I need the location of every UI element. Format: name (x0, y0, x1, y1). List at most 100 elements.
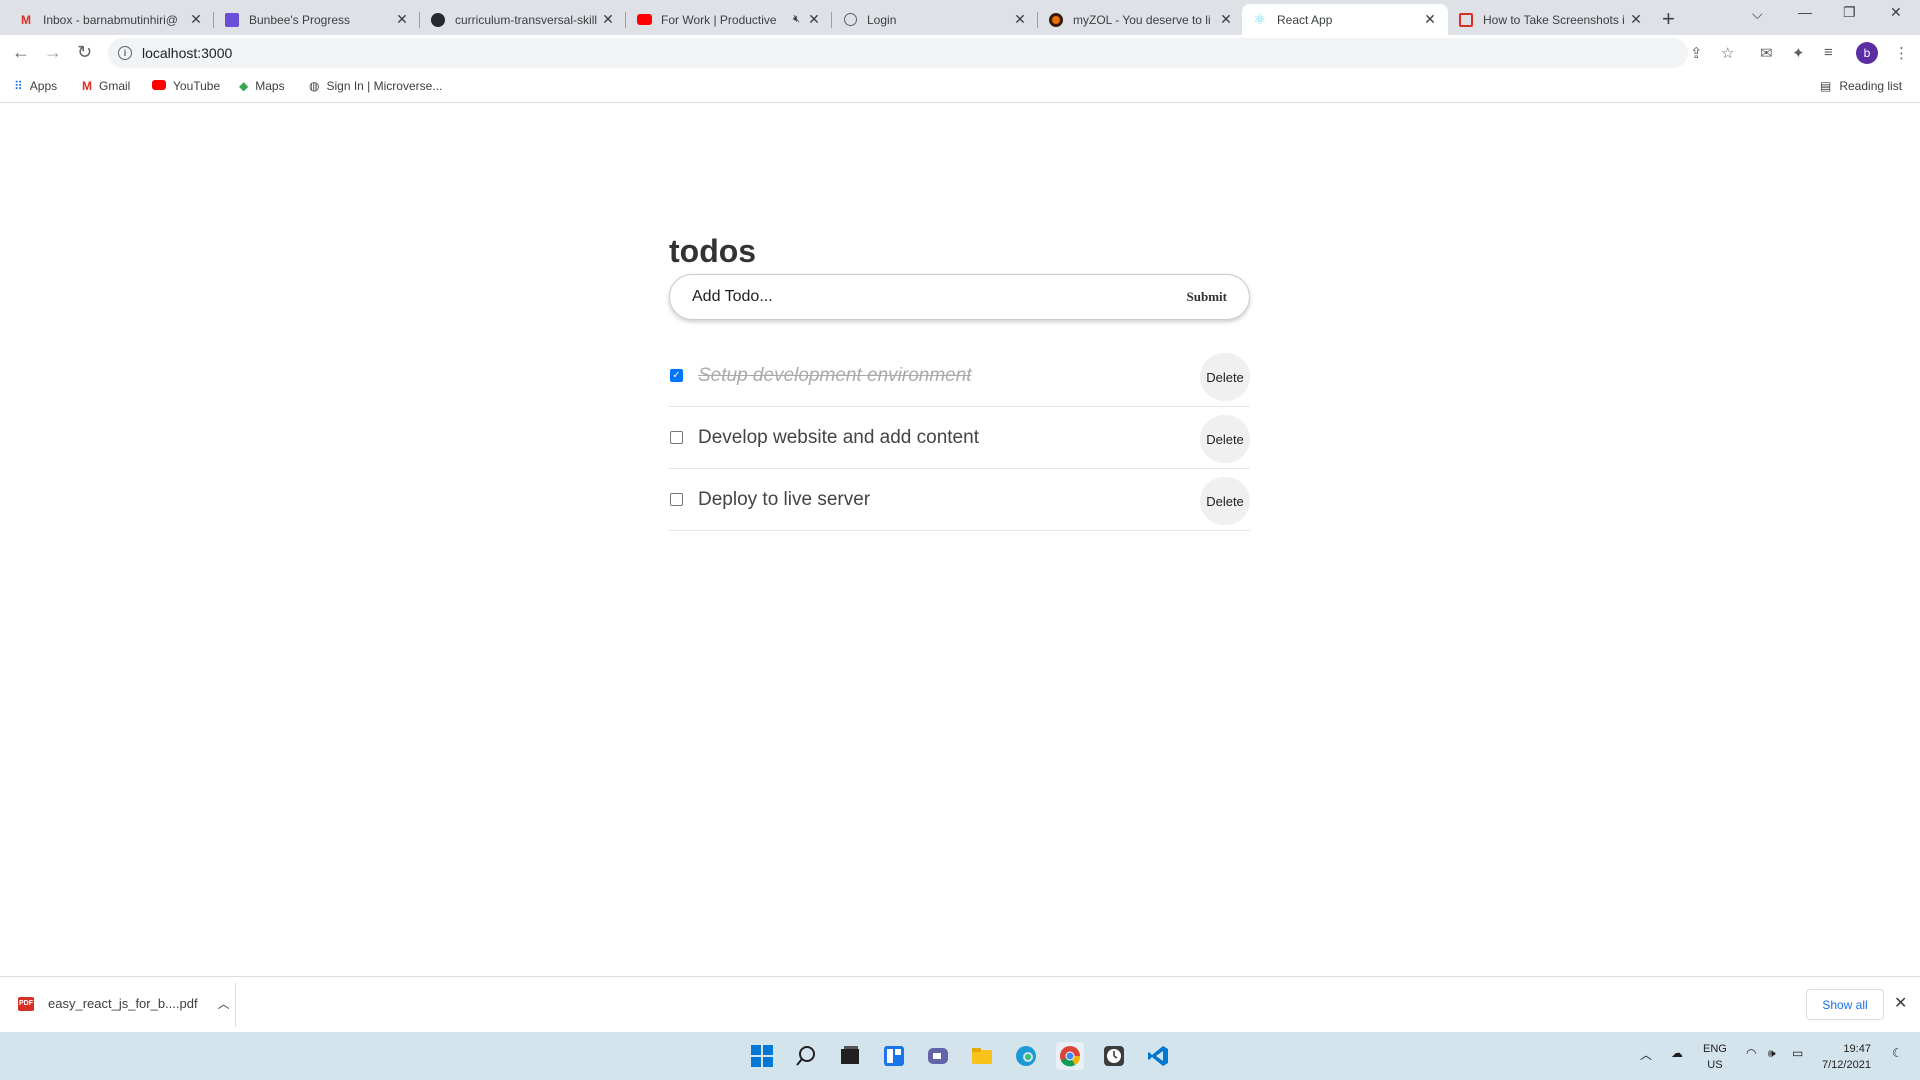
battery-icon[interactable]: ▭ (1792, 1046, 1803, 1060)
gmail-icon: M (21, 12, 31, 27)
reading-list[interactable]: ▤ Reading list (1820, 79, 1902, 93)
bookmark-apps[interactable]: ⠿ Apps (14, 79, 57, 93)
maps-icon: ◆ (239, 79, 249, 93)
microverse-icon: ◍ (309, 79, 320, 93)
address-bar[interactable]: i localhost:3000 (108, 38, 1688, 68)
share-icon[interactable]: ⇪ (1690, 44, 1703, 62)
bookmark-microverse[interactable]: ◍ Sign In | Microverse... (309, 79, 442, 93)
todo-text: Develop website and add content (698, 426, 979, 448)
tab-github[interactable]: curriculum-transversal-skill ✕ (420, 4, 626, 35)
download-filename: easy_react_js_for_b....pdf (48, 996, 198, 1011)
page-title: todos (669, 233, 757, 269)
search-icon[interactable] (792, 1042, 820, 1070)
todo-checkbox[interactable] (670, 493, 683, 506)
toolbar: ← → ↻ i localhost:3000 ⇪ ☆ ✉ ✦ ≡ b ⋮ (0, 35, 1920, 71)
taskbar: ︿ ☁ ENG US ◠ 🕪︎ ▭ 19:47 7/12/2021 ☾ (0, 1032, 1920, 1080)
tab-login[interactable]: Login ✕ (832, 4, 1038, 35)
reload-icon[interactable]: ↻ (77, 42, 92, 63)
wifi-icon[interactable]: ◠ (1746, 1046, 1756, 1060)
youtube-icon (636, 12, 652, 28)
file-explorer-icon[interactable] (968, 1042, 996, 1070)
notifications-icon[interactable]: ☾ (1892, 1046, 1903, 1060)
close-icon[interactable]: ✕ (188, 11, 204, 28)
forward-icon[interactable]: → (44, 42, 62, 63)
todo-text: Setup development environment (698, 364, 972, 386)
edge-icon[interactable] (1012, 1042, 1040, 1070)
window-close-icon[interactable]: ✕ (1890, 4, 1902, 21)
tab-strip: M Inbox - barnabmutinhiri@ ✕ Bunbee's Pr… (0, 0, 1920, 35)
info-icon[interactable]: i (118, 46, 132, 60)
todo-app: todos Submit ✓ Setup development environ… (669, 233, 1250, 531)
restore-icon[interactable]: ❐ (1843, 4, 1856, 21)
chevron-up-icon[interactable]: ︿ (218, 995, 230, 1012)
tab-search-icon[interactable]: ⌵ (1752, 6, 1763, 23)
close-icon[interactable]: ✕ (1628, 11, 1644, 28)
close-icon[interactable]: ✕ (1012, 11, 1028, 28)
avatar[interactable]: b (1856, 42, 1878, 64)
show-all-button[interactable]: Show all (1806, 989, 1884, 1020)
tab-youtube[interactable]: For Work | Productive 🔇︎ ✕ (626, 4, 832, 35)
bookmark-gmail[interactable]: M Gmail (82, 79, 130, 93)
youtube-icon (152, 79, 166, 93)
bookmarks-bar: ⠿ Apps M Gmail YouTube ◆ Maps ◍ Sign In … (0, 71, 1920, 103)
mail-extension-icon[interactable]: ✉ (1760, 44, 1773, 62)
close-icon[interactable]: ✕ (806, 11, 822, 28)
minimize-icon[interactable]: — (1798, 4, 1812, 20)
add-todo-input[interactable] (692, 288, 1152, 306)
myzol-icon (1048, 12, 1064, 28)
todo-item: Develop website and add content Delete (669, 407, 1250, 469)
tab-myzol[interactable]: myZOL - You deserve to li ✕ (1038, 4, 1244, 35)
chrome-icon[interactable] (1056, 1042, 1084, 1070)
bunbee-icon (224, 12, 240, 28)
submit-button[interactable]: Submit (1187, 289, 1227, 305)
globe-icon (842, 12, 858, 28)
language-indicator[interactable]: ENG US (1703, 1041, 1727, 1073)
chevron-up-icon[interactable]: ︿ (1640, 1046, 1652, 1063)
menu-icon[interactable]: ⋮ (1894, 44, 1909, 62)
clock[interactable]: 19:47 7/12/2021 (1822, 1041, 1871, 1073)
bookmark-maps[interactable]: ◆ Maps (239, 79, 285, 93)
clock-app-icon[interactable] (1100, 1042, 1128, 1070)
bookmark-star-icon[interactable]: ☆ (1721, 44, 1734, 62)
apps-grid-icon: ⠿ (14, 79, 23, 93)
close-icon[interactable]: ✕ (1422, 11, 1438, 28)
vscode-icon[interactable] (1144, 1042, 1172, 1070)
divider (235, 983, 236, 1027)
react-icon: ⚛ (1253, 11, 1267, 27)
task-view-icon[interactable] (836, 1042, 864, 1070)
new-tab-icon[interactable]: + (1662, 6, 1675, 32)
close-icon[interactable]: ✕ (1894, 993, 1907, 1013)
tab-gmail[interactable]: M Inbox - barnabmutinhiri@ ✕ (8, 4, 214, 35)
extensions-icon[interactable]: ✦ (1792, 44, 1805, 62)
todo-checkbox[interactable]: ✓ (670, 369, 683, 382)
close-icon[interactable]: ✕ (394, 11, 410, 28)
delete-button[interactable]: Delete (1200, 415, 1250, 463)
media-control-icon[interactable]: ≡ (1824, 44, 1833, 61)
browser-chrome: M Inbox - barnabmutinhiri@ ✕ Bunbee's Pr… (0, 0, 1920, 103)
add-todo-form: Submit (669, 274, 1250, 320)
delete-button[interactable]: Delete (1200, 477, 1250, 525)
github-icon (430, 12, 446, 28)
teams-chat-icon[interactable] (924, 1042, 952, 1070)
close-icon[interactable]: ✕ (1218, 11, 1234, 28)
reading-list-icon: ▤ (1820, 79, 1832, 93)
tab-bunbee[interactable]: Bunbee's Progress ✕ (214, 4, 420, 35)
todo-text: Deploy to live server (698, 488, 871, 510)
onedrive-icon[interactable]: ☁ (1671, 1046, 1683, 1060)
download-bar: PDF easy_react_js_for_b....pdf ︿ Show al… (0, 976, 1920, 1032)
pc-icon (1458, 12, 1474, 28)
delete-button[interactable]: Delete (1200, 353, 1250, 401)
start-icon[interactable] (748, 1042, 776, 1070)
volume-icon[interactable]: 🕪︎ (1768, 1046, 1776, 1061)
mute-icon[interactable]: 🔇︎ (793, 13, 800, 26)
download-item[interactable]: PDF easy_react_js_for_b....pdf ︿ (18, 995, 230, 1012)
tab-react-app[interactable]: ⚛ React App ✕ (1242, 4, 1448, 35)
back-icon[interactable]: ← (12, 42, 30, 63)
close-icon[interactable]: ✕ (600, 11, 616, 28)
widgets-icon[interactable] (880, 1042, 908, 1070)
todo-item: Deploy to live server Delete (669, 469, 1250, 531)
todo-item: ✓ Setup development environment Delete (669, 345, 1250, 407)
todo-checkbox[interactable] (670, 431, 683, 444)
bookmark-youtube[interactable]: YouTube (152, 79, 220, 93)
tab-screenshots[interactable]: How to Take Screenshots i ✕ (1448, 4, 1654, 35)
